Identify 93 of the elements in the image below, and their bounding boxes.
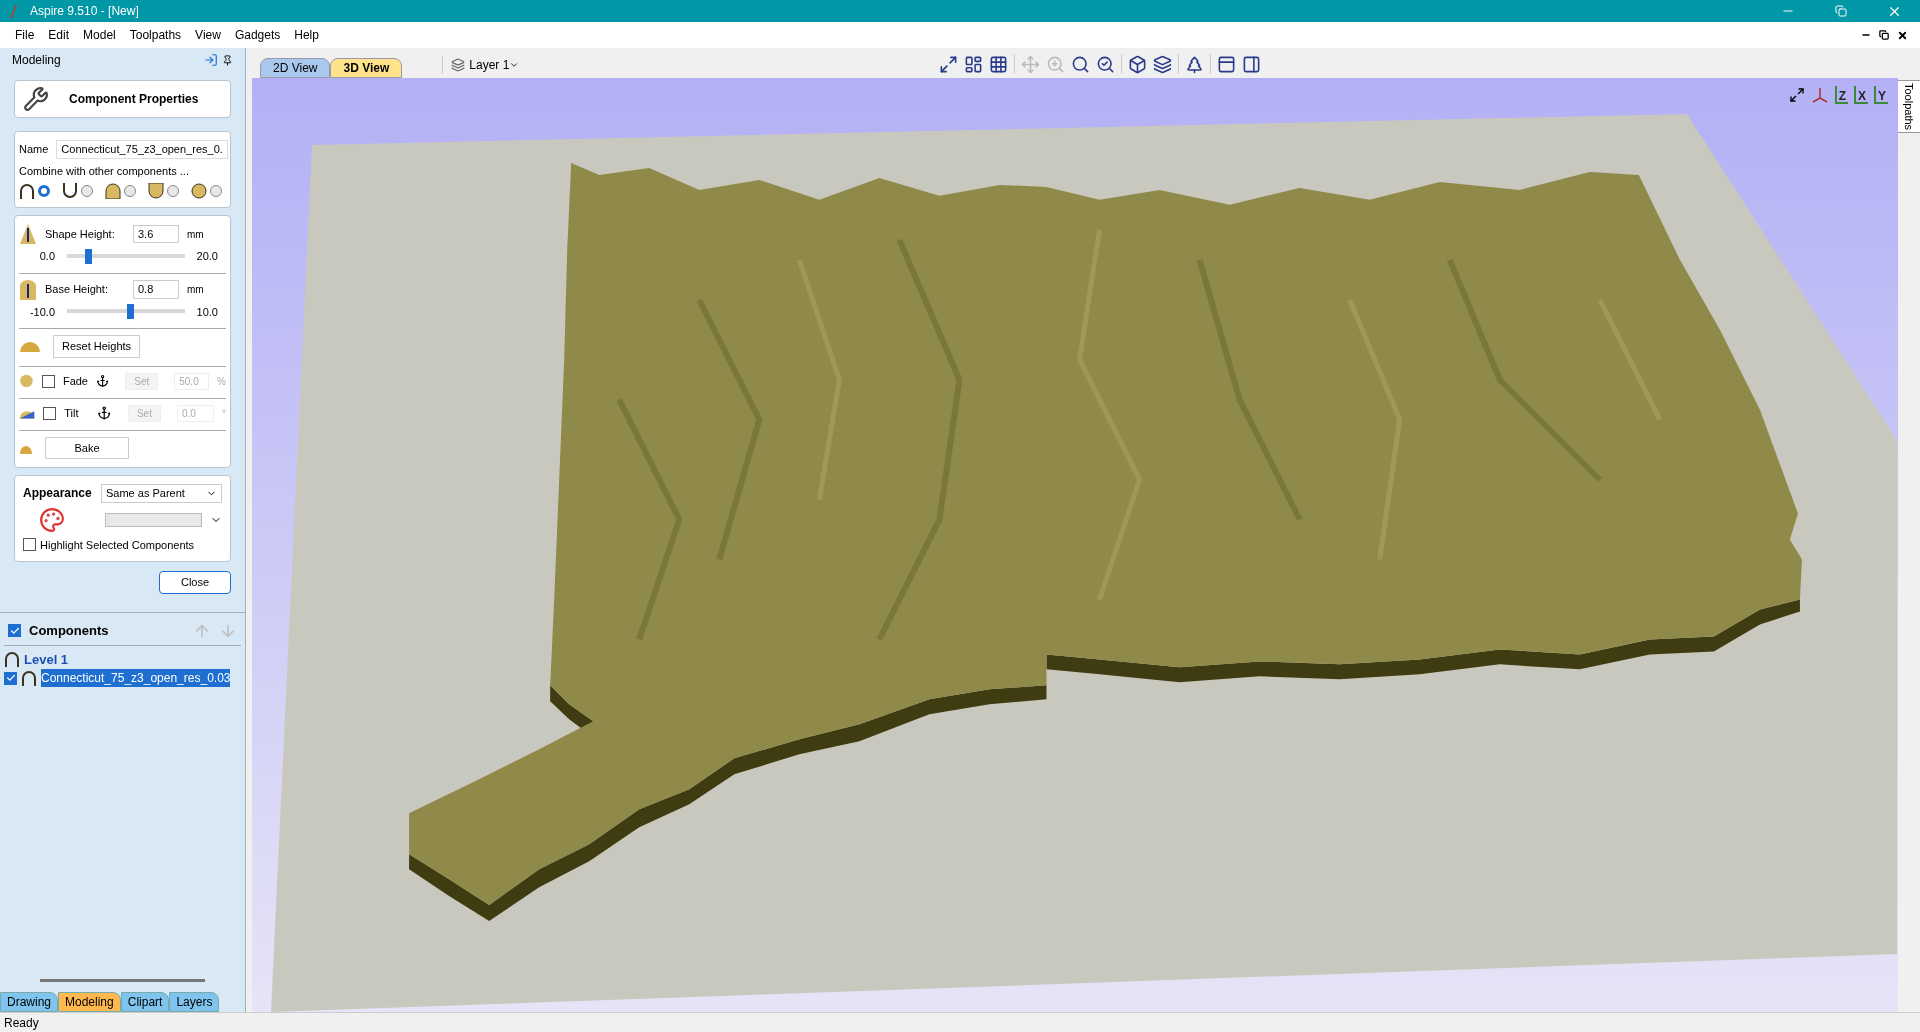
iso-axes-icon[interactable] (1810, 86, 1829, 104)
radio-button[interactable] (167, 185, 179, 197)
menu-item[interactable]: Edit (41, 26, 77, 44)
radio-button[interactable] (210, 185, 222, 197)
dome-icon (105, 183, 121, 199)
panel-tab[interactable]: Clipart (120, 992, 170, 1012)
checkbox[interactable] (41, 374, 55, 388)
box-icon[interactable] (1128, 54, 1148, 74)
checkbox-label: Tilt (64, 405, 80, 421)
menu-item[interactable]: Toolpaths (122, 26, 189, 44)
caret-icon (509, 60, 520, 70)
panel-tab[interactable]: Drawing (0, 992, 58, 1012)
field-label: Appearance (23, 485, 93, 503)
field-label: Base Height: (45, 282, 109, 298)
combine-label: Combine with other components ... (19, 163, 190, 179)
color-dropdown[interactable] (105, 512, 202, 527)
axis-view-button[interactable]: X (1853, 86, 1868, 104)
name-field[interactable]: Connecticut_75_z3_open_res_0. (56, 140, 228, 159)
slider-min-label: -10.0 (28, 304, 55, 320)
sphere-icon (19, 373, 34, 389)
restore-icon[interactable] (1879, 30, 1889, 40)
checkbox[interactable] (4, 671, 17, 685)
fit-view-icon[interactable] (939, 54, 959, 74)
tree-item[interactable]: Connecticut_75_z3_open_res_0.03 (41, 669, 231, 687)
unit-label: mm (187, 283, 204, 297)
menu-item[interactable]: File (8, 26, 42, 44)
view-tab[interactable]: 2D View (260, 58, 331, 78)
palette-icon (39, 506, 65, 533)
panel-right-icon[interactable] (1242, 54, 1262, 74)
panel-tab[interactable]: Layers (169, 992, 220, 1012)
tree-level[interactable]: Level 1 (24, 649, 69, 669)
layer-icon (451, 58, 466, 72)
slider-min-label: 0.0 (38, 249, 55, 264)
arch-icon (21, 670, 37, 686)
menu-item[interactable]: Model (76, 26, 123, 44)
checkbox-label: Fade (62, 373, 88, 389)
anchor-icon (97, 405, 112, 421)
unit-label: ° (222, 406, 226, 421)
anchor-icon (96, 373, 110, 389)
checkbox-label: Highlight Selected Components (40, 537, 195, 553)
layer-dropdown[interactable]: Layer 1 (469, 56, 520, 74)
layout-icon[interactable] (964, 54, 984, 74)
radio-button[interactable] (124, 185, 136, 197)
appearance-dropdown[interactable]: Same as Parent (101, 484, 222, 503)
panel-top-icon[interactable] (1217, 54, 1237, 74)
cup-icon (62, 183, 78, 199)
close-button[interactable]: Close (159, 571, 231, 594)
search-icon[interactable] (1071, 54, 1091, 74)
axis-view-button[interactable]: Z (1834, 86, 1848, 104)
arch-icon (4, 651, 20, 668)
field-label: Name (19, 142, 49, 157)
panel-tab[interactable]: Modeling (58, 992, 121, 1012)
number-field[interactable]: 0.8 (133, 280, 179, 299)
search-icon[interactable] (1096, 54, 1116, 74)
slider-thumb[interactable] (127, 304, 135, 320)
checkbox[interactable] (43, 406, 57, 420)
app-logo-icon (8, 4, 18, 18)
section-title: Components (29, 622, 109, 640)
section-title: Component Properties (69, 91, 199, 108)
menu-item[interactable]: Help (287, 26, 326, 44)
reset-heights-button[interactable]: Reset Heights (53, 335, 141, 358)
axis-view-button[interactable]: Y (1874, 86, 1888, 104)
arch-icon (19, 183, 35, 199)
slider-max-label: 20.0 (196, 249, 218, 264)
radio-button[interactable] (38, 185, 50, 197)
view-tab[interactable]: 3D View (330, 58, 403, 78)
grid-icon[interactable] (989, 54, 1009, 74)
slider-max-label: 10.0 (196, 304, 218, 320)
bake-button[interactable]: Bake (45, 436, 129, 459)
layers-icon[interactable] (1153, 54, 1173, 74)
checkbox[interactable] (23, 538, 36, 552)
height-arrow-icon (19, 279, 37, 300)
status-text: Ready (4, 1014, 39, 1032)
slider-thumb[interactable] (85, 248, 93, 264)
field-label: Shape Height: (45, 226, 116, 242)
cup-icon (148, 183, 164, 199)
tree-icon[interactable] (1185, 54, 1205, 74)
radio-button[interactable] (81, 185, 93, 197)
close-icon[interactable] (1897, 29, 1908, 41)
menu-item[interactable]: Gadgets (227, 26, 288, 44)
checkbox[interactable] (8, 624, 21, 638)
pin-icon[interactable] (222, 54, 233, 66)
fit-view-icon[interactable] (1788, 87, 1805, 103)
window-title: Aspire 9.510 - [New] (30, 3, 139, 20)
wrench-icon (23, 86, 49, 112)
dome-icon (19, 340, 41, 353)
sphere-icon (191, 183, 207, 199)
unit-label: mm (187, 227, 204, 242)
panel-title: Modeling (12, 52, 61, 69)
unit-label: % (217, 374, 226, 389)
height-arrow-icon (19, 224, 37, 244)
number-field[interactable]: 3.6 (133, 224, 179, 244)
menu-item[interactable]: View (188, 26, 228, 44)
